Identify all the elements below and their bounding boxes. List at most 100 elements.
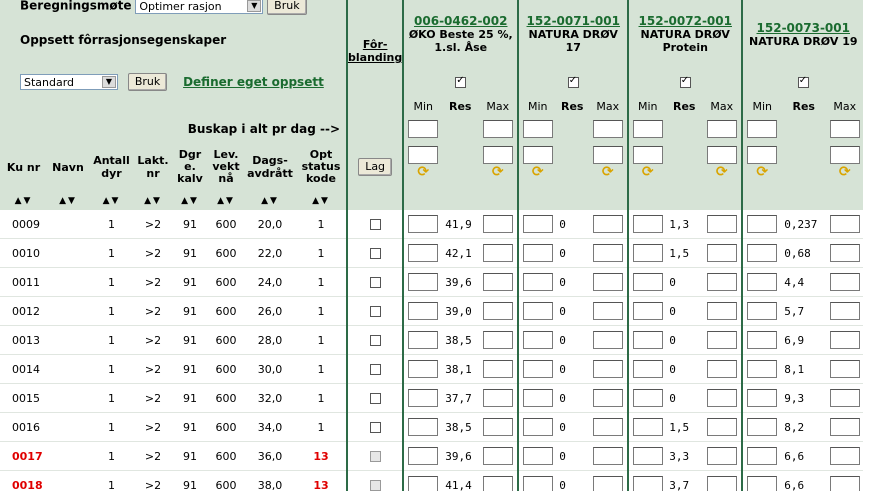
max-input[interactable] xyxy=(482,360,513,378)
product-code-3[interactable]: 152-0072-001 xyxy=(630,14,741,28)
min-input[interactable] xyxy=(632,146,663,164)
min-input[interactable] xyxy=(747,447,778,465)
min-input[interactable] xyxy=(747,476,778,491)
sort-arrows-icon[interactable]: ▲▼ xyxy=(172,192,208,210)
max-input[interactable] xyxy=(706,302,737,320)
max-input[interactable] xyxy=(829,447,860,465)
forblanding-checkbox[interactable] xyxy=(369,248,381,259)
max-input[interactable] xyxy=(829,389,860,407)
definer-link[interactable]: Definer eget oppsett xyxy=(183,75,324,89)
min-input[interactable] xyxy=(632,389,663,407)
min-input[interactable] xyxy=(522,146,553,164)
min-input[interactable] xyxy=(632,418,663,436)
refresh-icon[interactable]: ⟳ xyxy=(520,164,556,180)
max-input[interactable] xyxy=(706,244,737,262)
sort-arrows-icon[interactable]: ▲▼ xyxy=(47,192,89,210)
max-input[interactable] xyxy=(706,146,737,164)
max-input[interactable] xyxy=(592,331,623,349)
max-input[interactable] xyxy=(592,146,623,164)
min-input[interactable] xyxy=(747,331,778,349)
forblanding-checkbox[interactable] xyxy=(369,364,381,375)
max-input[interactable] xyxy=(592,215,623,233)
max-input[interactable] xyxy=(592,389,623,407)
forblanding-checkbox[interactable] xyxy=(369,422,381,433)
forblanding-header[interactable]: Fôr-blanding xyxy=(349,38,402,64)
max-input[interactable] xyxy=(482,302,513,320)
min-input[interactable] xyxy=(632,302,663,320)
max-input[interactable] xyxy=(829,360,860,378)
buskap-min-input[interactable] xyxy=(522,120,553,138)
min-input[interactable] xyxy=(408,331,439,349)
max-input[interactable] xyxy=(592,244,623,262)
max-input[interactable] xyxy=(482,476,513,491)
max-input[interactable] xyxy=(482,273,513,291)
min-input[interactable] xyxy=(632,331,663,349)
min-input[interactable] xyxy=(522,331,553,349)
min-input[interactable] xyxy=(747,302,778,320)
max-input[interactable] xyxy=(706,215,737,233)
min-input[interactable] xyxy=(408,273,439,291)
product-code-1[interactable]: 006-0462-002 xyxy=(405,14,517,28)
forblanding-checkbox[interactable] xyxy=(369,393,381,404)
product-checkbox-1[interactable] xyxy=(455,75,467,88)
refresh-icon[interactable]: ⟳ xyxy=(478,164,517,180)
min-input[interactable] xyxy=(522,302,553,320)
buskap-max-input[interactable] xyxy=(829,120,860,138)
forblanding-checkbox[interactable] xyxy=(369,219,381,230)
kunr-cell[interactable]: 0017 xyxy=(0,441,47,471)
max-input[interactable] xyxy=(829,244,860,262)
product-checkbox-3[interactable] xyxy=(679,75,691,88)
refresh-icon[interactable]: ⟳ xyxy=(588,164,627,180)
min-input[interactable] xyxy=(522,389,553,407)
max-input[interactable] xyxy=(829,418,860,436)
forblanding-checkbox[interactable] xyxy=(369,451,381,462)
bruk-button-oppsett[interactable]: Bruk xyxy=(127,73,168,91)
max-input[interactable] xyxy=(706,418,737,436)
product-code-2[interactable]: 152-0071-001 xyxy=(520,14,627,28)
min-input[interactable] xyxy=(632,215,663,233)
max-input[interactable] xyxy=(706,273,737,291)
max-input[interactable] xyxy=(706,447,737,465)
kunr-cell[interactable]: 0012 xyxy=(0,296,47,326)
min-input[interactable] xyxy=(747,215,778,233)
sort-arrows-icon[interactable]: ▲▼ xyxy=(89,192,134,210)
min-input[interactable] xyxy=(747,389,778,407)
min-input[interactable] xyxy=(747,273,778,291)
kunr-cell[interactable]: 0015 xyxy=(0,383,47,413)
buskap-max-input[interactable] xyxy=(592,120,623,138)
kunr-cell[interactable]: 0018 xyxy=(0,470,47,491)
min-input[interactable] xyxy=(747,360,778,378)
max-input[interactable] xyxy=(706,476,737,491)
bruk-button-top[interactable]: Bruk xyxy=(267,0,307,15)
kunr-cell[interactable]: 0011 xyxy=(0,267,47,297)
product-checkbox-2[interactable] xyxy=(567,75,579,88)
refresh-icon[interactable]: ⟳ xyxy=(826,164,863,180)
min-input[interactable] xyxy=(522,418,553,436)
refresh-icon[interactable]: ⟳ xyxy=(405,164,442,180)
product-checkbox-4[interactable] xyxy=(797,75,809,88)
min-input[interactable] xyxy=(747,146,778,164)
lag-button[interactable]: Lag xyxy=(358,158,393,176)
max-input[interactable] xyxy=(482,146,513,164)
min-input[interactable] xyxy=(747,244,778,262)
max-input[interactable] xyxy=(592,418,623,436)
kunr-cell[interactable]: 0013 xyxy=(0,325,47,355)
min-input[interactable] xyxy=(408,389,439,407)
max-input[interactable] xyxy=(482,447,513,465)
min-input[interactable] xyxy=(632,447,663,465)
kunr-cell[interactable]: 0010 xyxy=(0,238,47,268)
max-input[interactable] xyxy=(829,273,860,291)
min-input[interactable] xyxy=(522,273,553,291)
max-input[interactable] xyxy=(482,215,513,233)
min-input[interactable] xyxy=(632,273,663,291)
min-input[interactable] xyxy=(408,360,439,378)
buskap-max-input[interactable] xyxy=(482,120,513,138)
min-input[interactable] xyxy=(522,476,553,491)
min-input[interactable] xyxy=(522,447,553,465)
beregningsmote-select[interactable]: Optimer rasjon ▼ xyxy=(135,0,264,14)
product-code-4[interactable]: 152-0073-001 xyxy=(744,21,863,35)
min-input[interactable] xyxy=(632,244,663,262)
sort-arrows-icon[interactable]: ▲▼ xyxy=(0,192,47,210)
forblanding-checkbox[interactable] xyxy=(369,335,381,346)
buskap-min-input[interactable] xyxy=(408,120,439,138)
